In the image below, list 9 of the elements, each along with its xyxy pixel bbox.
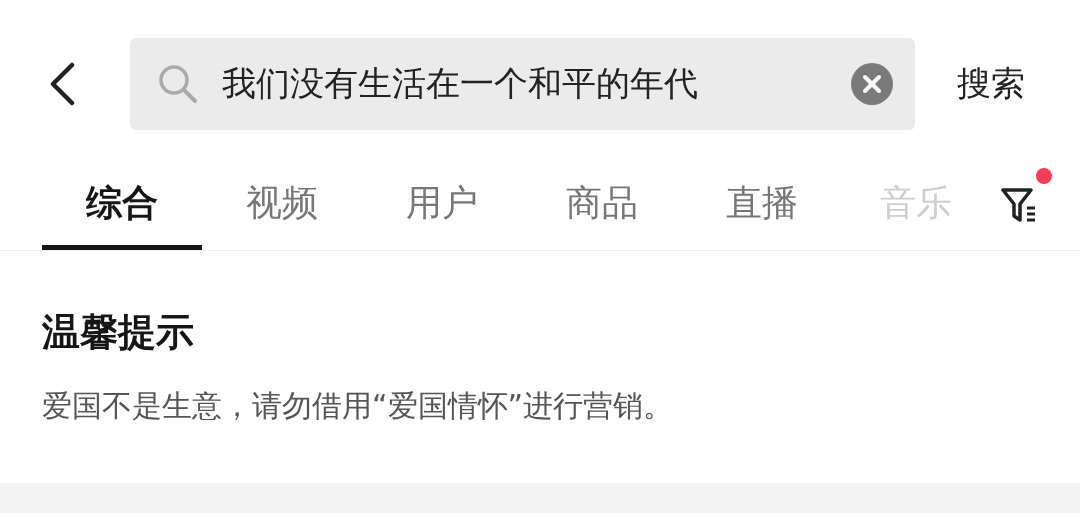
tab[interactable]: 用户: [362, 166, 522, 250]
notice-title: 温馨提示: [42, 309, 195, 356]
notice-text: 爱国不是生意，请勿借用“爱国情怀”进行营销。: [42, 387, 675, 425]
search-field[interactable]: 我们没有生活在一个和平的年代: [130, 38, 915, 130]
search-button[interactable]: 搜索: [957, 61, 1025, 107]
tab[interactable]: 视频: [202, 166, 362, 250]
tab[interactable]: 商品: [522, 166, 682, 250]
tab[interactable]: 综合: [42, 166, 202, 250]
tab[interactable]: 直播: [682, 166, 842, 250]
